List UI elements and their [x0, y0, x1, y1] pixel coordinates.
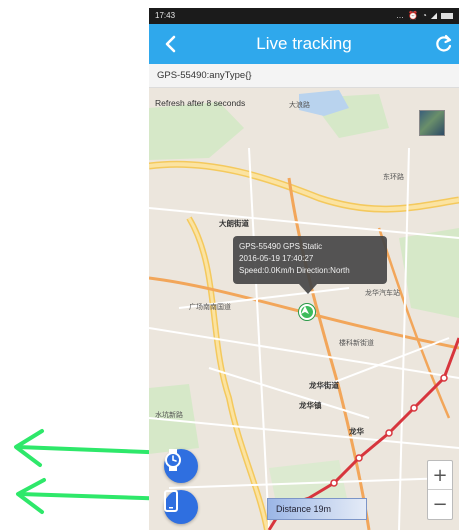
battery-icon	[441, 13, 453, 19]
popup-device-line: GPS-55490 GPS Static	[239, 242, 323, 251]
map-label: 龙华镇	[299, 401, 322, 410]
map-label: 大浪路	[289, 102, 310, 109]
map-label: 龙华汽车站	[365, 290, 400, 297]
phone-icon	[164, 490, 178, 512]
map-label: 大朗街道	[219, 219, 249, 228]
popup-speed-line: Speed:0.0Km/h Direction:North	[239, 266, 350, 275]
map-label: 广场南南国道	[189, 304, 231, 311]
refresh-icon	[436, 34, 452, 52]
popup-time-line: 2016-05-19 17:40:27	[239, 254, 314, 263]
page-title: Live tracking	[256, 34, 352, 53]
map-label: 水坑新路	[155, 412, 183, 419]
status-time: 17:43	[155, 11, 176, 20]
device-info-popup: GPS-55490 GPS Static 2016-05-19 17:40:27…	[233, 236, 387, 284]
popup-tail	[299, 284, 317, 294]
app-bar: Live tracking	[149, 24, 459, 64]
screenshot-stage: 17:43 … ⏰ ◔ ◢ Live tracking GPS-55490:an…	[0, 0, 459, 530]
zoom-control: + −	[427, 460, 453, 520]
device-subheader: GPS-55490:anyType{}	[149, 64, 459, 88]
wifi-icon: ◔	[422, 11, 427, 20]
satellite-layer-button[interactable]	[419, 110, 445, 136]
watch-icon	[165, 449, 181, 471]
refresh-note: Refresh after 8 seconds	[155, 98, 246, 108]
refresh-button[interactable]	[431, 32, 457, 56]
arrow-up-icon	[301, 306, 309, 314]
device-location-marker[interactable]	[299, 304, 315, 320]
map-view[interactable]: Refresh after 8 seconds 大朗街道 龙华街道 龙华镇 龙华…	[149, 88, 459, 530]
zoom-in-button[interactable]: +	[428, 461, 452, 490]
notification-dots-icon: …	[396, 11, 405, 20]
back-arrow-icon	[165, 35, 176, 53]
map-label: 东环路	[383, 174, 404, 181]
map-label: 龙华街道	[309, 381, 339, 390]
watch-device-button[interactable]	[164, 449, 198, 483]
signal-icon: ◢	[430, 11, 437, 20]
map-label: 楼科新街道	[339, 340, 374, 347]
status-icons: … ⏰ ◔ ◢	[396, 8, 453, 24]
zoom-out-button[interactable]: −	[428, 490, 452, 519]
phone-device-button[interactable]	[164, 490, 198, 524]
map-label: 龙华	[349, 427, 364, 436]
status-bar: 17:43 … ⏰ ◔ ◢	[149, 8, 459, 24]
phone-screen: 17:43 … ⏰ ◔ ◢ Live tracking GPS-55490:an…	[149, 8, 459, 530]
back-button[interactable]	[159, 32, 183, 56]
distance-readout: Distance 19m	[267, 498, 367, 520]
alarm-icon: ⏰	[408, 11, 418, 20]
